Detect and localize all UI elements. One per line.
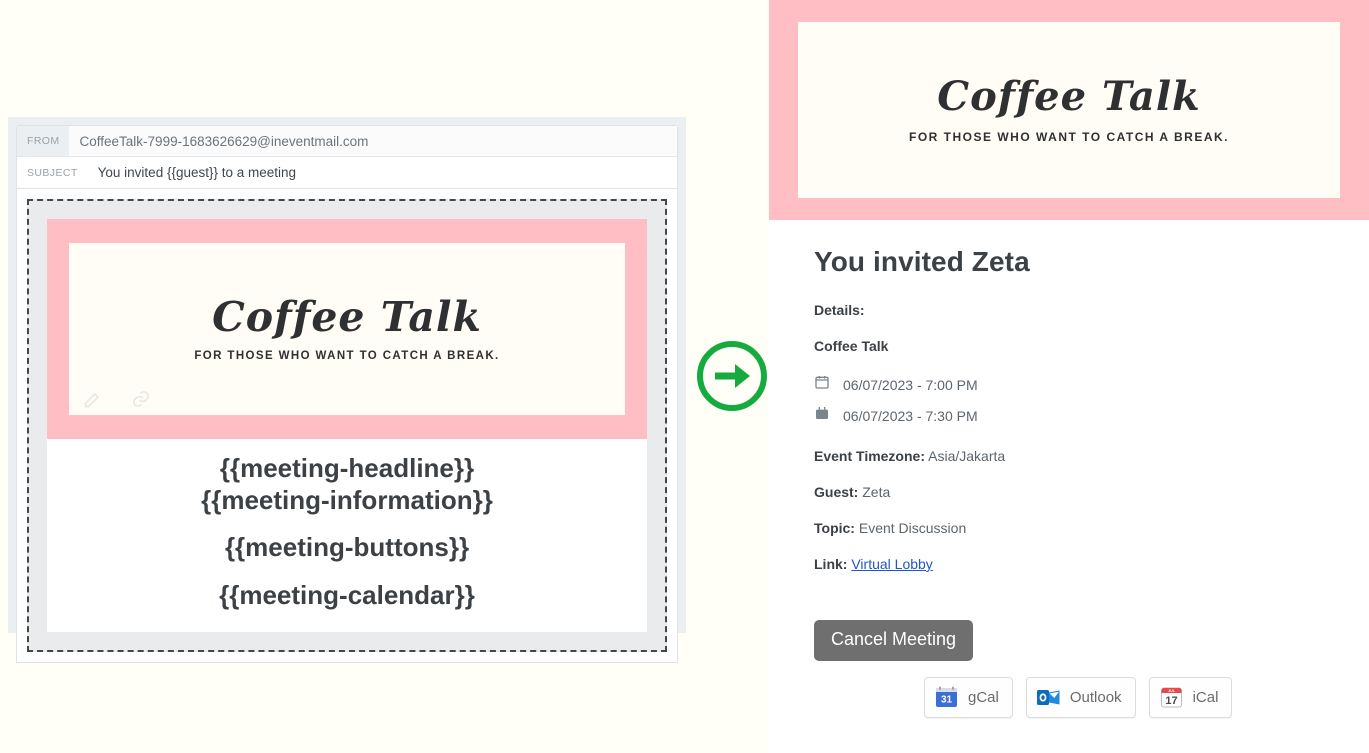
preview-banner: Coffee Talk FOR THOSE WHO WANT TO CATCH … — [769, 0, 1369, 220]
ical-button[interactable]: JUL 17 iCal — [1148, 677, 1233, 718]
event-timezone-row: Event Timezone: Asia/Jakarta — [814, 448, 1324, 464]
email-banner-image: Coffee Talk FOR THOSE WHO WANT TO CATCH … — [69, 243, 625, 415]
email-placeholder-block[interactable]: {{meeting-headline}} {{meeting-informati… — [47, 439, 647, 632]
email-body: Coffee Talk FOR THOSE WHO WANT TO CATCH … — [16, 189, 678, 663]
google-calendar-icon: 31 — [934, 685, 959, 710]
svg-text:17: 17 — [1165, 695, 1177, 707]
subject-label: SUBJECT — [27, 166, 78, 179]
email-banner-block[interactable]: Coffee Talk FOR THOSE WHO WANT TO CATCH … — [47, 219, 647, 439]
event-timezone-label: Event Timezone: — [814, 448, 925, 464]
block-hover-tools[interactable] — [83, 389, 151, 409]
event-topic-value: Event Discussion — [858, 520, 967, 536]
details-label: Details: — [814, 302, 865, 318]
page-title: You invited Zeta — [814, 246, 1030, 277]
email-template-editor: FROM CoffeeTalk-7999-1683626629@ineventm… — [8, 117, 686, 663]
email-header: FROM CoffeeTalk-7999-1683626629@ineventm… — [16, 125, 678, 189]
ical-label: iCal — [1192, 689, 1219, 706]
apple-ical-icon: JUL 17 — [1159, 685, 1184, 710]
from-value: CoffeeTalk-7999-1683626629@ineventmail.c… — [79, 133, 369, 149]
event-link-row: Link: Virtual Lobby — [814, 556, 1324, 572]
preview-brand-name: Coffee Talk — [937, 73, 1201, 120]
svg-text:JUL: JUL — [1168, 689, 1176, 693]
calendar-outline-icon — [814, 374, 830, 395]
event-end-row: 06/07/2023 - 7:30 PM — [814, 405, 1324, 426]
event-start-text: 06/07/2023 - 7:00 PM — [843, 376, 978, 393]
cancel-meeting-button[interactable]: Cancel Meeting — [814, 620, 974, 661]
event-end-text: 06/07/2023 - 7:30 PM — [843, 407, 978, 424]
email-subject-row[interactable]: SUBJECT You invited {{guest}} to a meeti… — [17, 157, 677, 188]
page-root: FROM CoffeeTalk-7999-1683626629@ineventm… — [0, 0, 1369, 753]
from-label: FROM — [17, 126, 69, 156]
gcal-button[interactable]: 31 gCal — [924, 677, 1013, 718]
event-name: Coffee Talk — [814, 338, 889, 354]
add-to-calendar-buttons: 31 gCal Outlook JUL 17 iCal — [924, 677, 1233, 718]
preview-content: You invited Zeta Details: Coffee Talk 06… — [769, 220, 1369, 661]
calendar-filled-icon — [814, 405, 830, 426]
outlook-icon — [1036, 685, 1061, 710]
subject-value: You invited {{guest}} to a meeting — [97, 165, 297, 180]
event-guest-label: Guest: — [814, 484, 859, 500]
preview-brand-tagline: FOR THOSE WHO WANT TO CATCH A BREAK. — [909, 130, 1229, 144]
gcal-label: gCal — [968, 689, 999, 706]
outlook-button[interactable]: Outlook — [1025, 677, 1136, 718]
arrow-right-circle-icon — [695, 339, 769, 413]
token-meeting-headline: {{meeting-headline}} — [219, 453, 475, 483]
outlook-label: Outlook — [1069, 689, 1122, 706]
token-meeting-buttons: {{meeting-buttons}} — [224, 532, 470, 563]
event-timezone-value: Asia/Jakarta — [928, 448, 1006, 464]
svg-text:31: 31 — [941, 695, 953, 706]
link-icon[interactable] — [131, 389, 151, 409]
brand-tagline: FOR THOSE WHO WANT TO CATCH A BREAK. — [194, 349, 500, 362]
edit-pencil-icon[interactable] — [83, 389, 103, 409]
email-drop-zone[interactable]: Coffee Talk FOR THOSE WHO WANT TO CATCH … — [27, 199, 667, 652]
event-topic-row: Topic: Event Discussion — [814, 520, 1324, 536]
token-meeting-information: {{meeting-information}} — [201, 484, 493, 515]
token-meeting-calendar: {{meeting-calendar}} — [219, 580, 475, 611]
preview-banner-image: Coffee Talk FOR THOSE WHO WANT TO CATCH … — [798, 22, 1340, 198]
email-from-row[interactable]: FROM CoffeeTalk-7999-1683626629@ineventm… — [17, 126, 677, 157]
virtual-lobby-link[interactable]: Virtual Lobby — [851, 556, 932, 572]
event-topic-label: Topic: — [814, 520, 855, 536]
event-guest-row: Guest: Zeta — [814, 484, 1324, 500]
email-preview-pane: Coffee Talk FOR THOSE WHO WANT TO CATCH … — [769, 0, 1369, 753]
event-start-row: 06/07/2023 - 7:00 PM — [814, 374, 1324, 395]
brand-name: Coffee Talk — [212, 293, 482, 342]
event-link-label: Link: — [814, 556, 848, 572]
event-guest-value: Zeta — [862, 484, 891, 500]
